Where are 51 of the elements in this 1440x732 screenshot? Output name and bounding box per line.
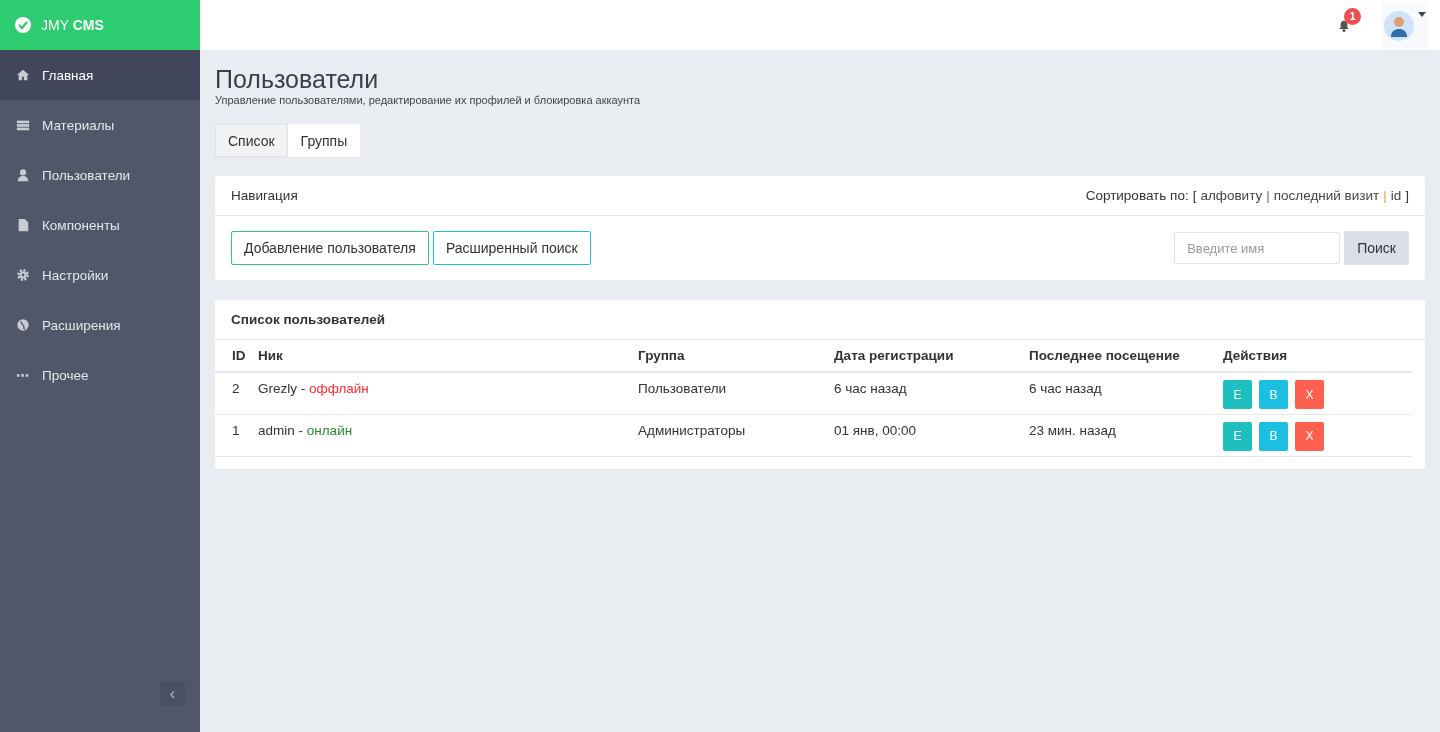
bell-icon[interactable] bbox=[1338, 19, 1350, 33]
table-cell: Администраторы bbox=[638, 414, 834, 456]
list-icon bbox=[16, 118, 30, 132]
user-icon bbox=[16, 168, 30, 182]
sidebar-item[interactable]: Материалы bbox=[0, 100, 200, 150]
sort-label: Сортировать по: bbox=[1085, 188, 1189, 203]
sidebar-item[interactable]: Расширения bbox=[0, 300, 200, 350]
advanced-search-button[interactable]: Расширенный поиск bbox=[432, 231, 591, 265]
column-header: Дата регистрации bbox=[834, 340, 1029, 372]
sort-link[interactable]: id bbox=[1390, 188, 1402, 203]
page-title: Пользователи bbox=[215, 64, 380, 94]
sidebar-item[interactable]: Настройки bbox=[0, 250, 200, 300]
avatar-icon[interactable] bbox=[1384, 10, 1414, 41]
page-subtitle: Управление пользователями, редактирование их профилей и блокировка аккаунта bbox=[215, 94, 642, 106]
table-cell: Пользователи bbox=[638, 372, 834, 414]
tab[interactable]: Группы bbox=[287, 124, 361, 157]
table-cell: 6 час назад bbox=[834, 372, 1029, 414]
separator: | bbox=[1266, 188, 1270, 203]
bracket: [ bbox=[1192, 188, 1197, 203]
table-cell: 2 bbox=[215, 372, 258, 414]
column-header: Ник bbox=[258, 340, 638, 372]
add-user-button[interactable]: Добавление пользователя bbox=[231, 231, 429, 265]
column-header: Группа bbox=[638, 340, 834, 372]
column-header: Последнее посещение bbox=[1029, 340, 1223, 372]
column-header: Действия bbox=[1223, 340, 1412, 372]
check-icon bbox=[15, 17, 31, 33]
collapse-button[interactable]: ‹ bbox=[160, 682, 185, 705]
separator: | bbox=[1383, 188, 1387, 203]
sidebar-item[interactable]: Главная bbox=[0, 50, 200, 100]
table-cell: admin - онлайн bbox=[258, 414, 638, 456]
caret-icon[interactable] bbox=[1418, 11, 1426, 17]
file-icon bbox=[16, 218, 30, 232]
sidebar-item[interactable]: Компоненты bbox=[0, 200, 200, 250]
column-header: ID bbox=[215, 340, 258, 372]
card-title: Список пользователей bbox=[215, 300, 1425, 340]
sort-link[interactable]: последний визит bbox=[1273, 188, 1380, 203]
table-cell: 01 янв, 00:00 bbox=[834, 414, 1029, 456]
sidebar-item[interactable]: Прочее bbox=[0, 350, 200, 400]
tab[interactable]: Список bbox=[215, 124, 288, 157]
globe-icon bbox=[16, 318, 30, 332]
card-title: Навигация bbox=[231, 188, 298, 203]
notification-badge: 1 bbox=[1344, 8, 1361, 25]
bracket: ] bbox=[1405, 188, 1409, 203]
sidebar-item[interactable]: Пользователи bbox=[0, 150, 200, 200]
table-cell: Grezly - оффлайн bbox=[258, 372, 638, 414]
home-icon bbox=[16, 68, 30, 82]
search-field[interactable]: Введите имя bbox=[1174, 232, 1341, 264]
search-button[interactable]: Поиск bbox=[1344, 231, 1409, 265]
table-cell: 1 bbox=[215, 414, 258, 456]
sort-link[interactable]: алфовиту bbox=[1200, 188, 1263, 203]
settings-icon bbox=[16, 268, 30, 282]
